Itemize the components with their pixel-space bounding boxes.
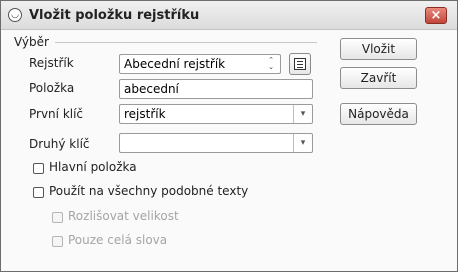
chevron-down-icon[interactable]: ▾ [296, 109, 310, 119]
combobox-separator [293, 105, 294, 123]
close-button[interactable]: × [425, 7, 447, 24]
second-key-label: Druhý klíč [29, 137, 90, 151]
match-case-label: Rozlišovat velikost [68, 209, 179, 223]
dialog-title: Vložit položku rejstříku [29, 8, 200, 23]
first-key-combobox[interactable]: rejstřík ▾ [119, 104, 313, 124]
main-entry-checkbox[interactable] [33, 163, 44, 174]
whole-words-checkbox [52, 236, 63, 247]
combobox-separator [293, 134, 294, 152]
insert-index-entry-dialog: ◡ Vložit položku rejstříku × Výběr Rejst… [0, 0, 458, 272]
chevron-down-icon[interactable]: ▾ [296, 138, 310, 148]
second-key-combobox[interactable]: ▾ [119, 133, 313, 153]
index-select[interactable]: Abecední rejstřík ⌃ ⌄ [119, 54, 281, 74]
match-case-checkbox [52, 212, 63, 223]
close-dialog-button[interactable]: Zavřít [340, 67, 417, 89]
entry-label: Položka [29, 81, 75, 95]
entry-input-value: abecední [124, 82, 179, 96]
title-bar[interactable]: ◡ Vložit položku rejstříku × [1, 1, 457, 30]
index-label: Rejstřík [29, 56, 74, 70]
selection-group-label: Výběr [14, 35, 49, 49]
apply-to-all-label[interactable]: Použít na všechny podobné texty [49, 184, 248, 198]
group-divider [55, 42, 317, 43]
whole-words-label: Pouze celá slova [68, 233, 168, 247]
apply-to-all-checkbox[interactable] [33, 187, 44, 198]
list-icon [294, 58, 306, 70]
help-button[interactable]: Nápověda [340, 103, 417, 125]
index-select-spin-icon: ⌃ ⌄ [268, 56, 274, 71]
app-icon: ◡ [8, 8, 22, 22]
new-user-index-button[interactable] [289, 53, 311, 75]
index-select-value: Abecední rejstřík [124, 57, 226, 71]
entry-input[interactable]: abecední [119, 79, 313, 99]
insert-button[interactable]: Vložit [340, 38, 417, 60]
first-key-label: První klíč [29, 107, 84, 121]
first-key-value: rejstřík [124, 107, 166, 121]
main-entry-label[interactable]: Hlavní položka [49, 160, 137, 174]
